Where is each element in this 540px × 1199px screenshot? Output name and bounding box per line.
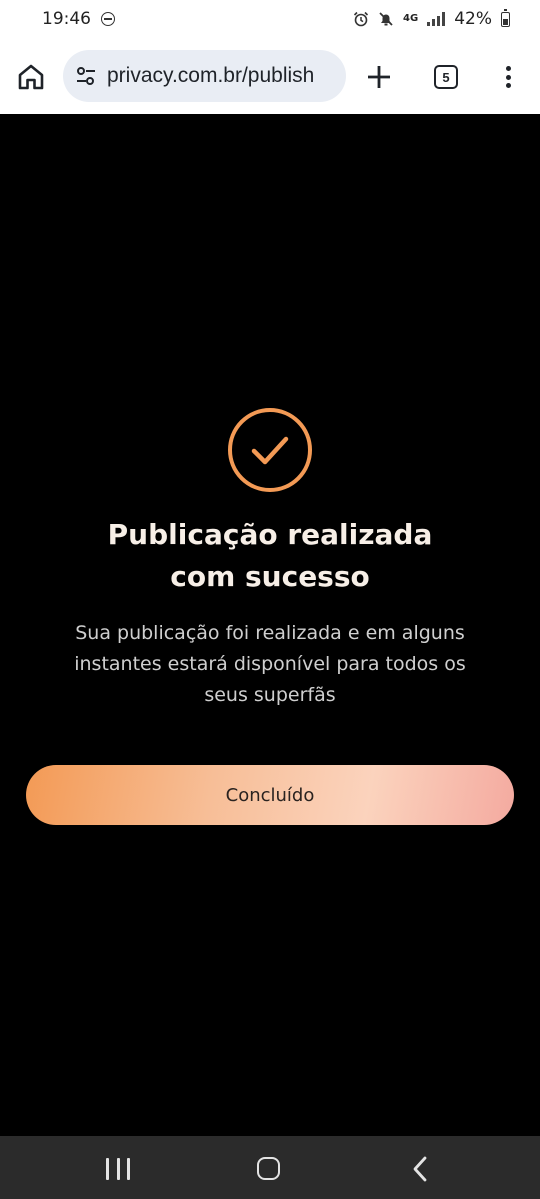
success-title: Publicação realizada com sucesso bbox=[40, 514, 500, 598]
success-message-line3: seus superfãs bbox=[204, 684, 336, 706]
success-message-line1: Sua publicação foi realizada e em alguns bbox=[75, 622, 465, 644]
signal-icon bbox=[427, 12, 446, 26]
network-type: 4G bbox=[403, 13, 419, 24]
success-title-line2: com sucesso bbox=[170, 560, 370, 593]
recents-icon[interactable] bbox=[106, 1158, 130, 1180]
battery-percent: 42% bbox=[454, 9, 492, 29]
back-icon[interactable] bbox=[410, 1156, 430, 1182]
url-text[interactable]: privacy.com.br/publish bbox=[107, 64, 314, 88]
success-message: Sua publicação foi realizada e em alguns… bbox=[30, 618, 510, 711]
home-icon[interactable] bbox=[16, 63, 46, 91]
mute-icon bbox=[379, 12, 393, 26]
alarm-icon bbox=[353, 11, 369, 27]
status-right: 4G 42% bbox=[353, 8, 510, 29]
success-screen: Publicação realizada com sucesso Sua pub… bbox=[0, 114, 540, 1136]
success-message-line2: instantes estará disponível para todos o… bbox=[74, 653, 466, 675]
do-not-disturb-icon bbox=[101, 12, 115, 26]
address-bar[interactable]: privacy.com.br/publish bbox=[63, 50, 346, 102]
battery-icon bbox=[501, 8, 510, 27]
system-nav-bar bbox=[0, 1136, 540, 1199]
home-nav-icon[interactable] bbox=[257, 1157, 280, 1180]
plus-icon[interactable] bbox=[366, 64, 392, 90]
check-circle-icon bbox=[228, 408, 312, 492]
status-left: 19:46 bbox=[42, 9, 115, 29]
more-vert-icon[interactable] bbox=[498, 64, 518, 90]
status-bar: 19:46 4G 42% bbox=[0, 0, 540, 38]
success-title-line1: Publicação realizada bbox=[107, 518, 433, 551]
done-button[interactable]: Concluído bbox=[26, 765, 514, 825]
tabs-button[interactable]: 5 bbox=[434, 65, 458, 89]
site-settings-icon[interactable] bbox=[75, 65, 97, 87]
browser-toolbar: privacy.com.br/publish 5 bbox=[0, 38, 540, 114]
tab-count: 5 bbox=[442, 69, 450, 85]
status-time: 19:46 bbox=[42, 9, 91, 29]
